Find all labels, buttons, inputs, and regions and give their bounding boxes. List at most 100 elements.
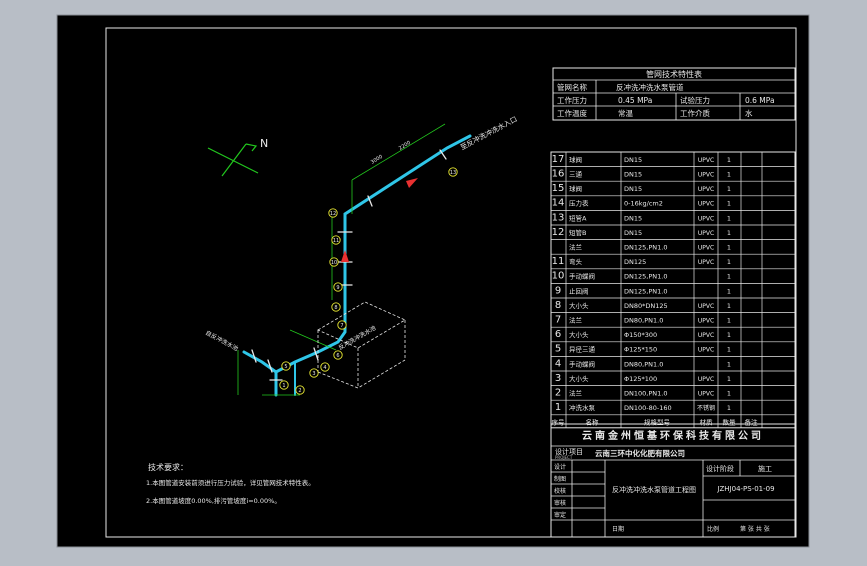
bom-number: 6 (555, 329, 561, 340)
bom-spec: Φ150*300 (624, 331, 657, 339)
spec-temp-value: 常温 (618, 109, 633, 118)
bom-number: 16 (552, 169, 565, 180)
spec-pipe-name-label: 管网名称 (557, 82, 587, 92)
bom-qty: 1 (727, 302, 731, 310)
bom-spec: DN100-80-160 (624, 404, 672, 412)
bom-spec: DN125 (624, 258, 646, 266)
bom-spec: DN80,PN1.0 (624, 360, 663, 368)
bom-number: 8 (555, 300, 561, 311)
bom-number: 2 (555, 388, 561, 399)
bom-name: 法兰 (569, 316, 583, 325)
bom-header-cell: 序号 (552, 417, 566, 426)
bom-name: 大小头 (569, 374, 589, 383)
bom-spec: DN80,PN1.0 (624, 317, 663, 325)
cad-drawing: N 3000 2200 至反冲洗冲洗水入口 自反冲洗水池 反冲洗冲洗水池 123… (56, 14, 810, 548)
notes-line-2: 2.本图管道坡度0.00%,排污管坡度i=0.00%。 (146, 496, 281, 505)
spec-test-label: 试验压力 (680, 95, 710, 105)
bom-qty: 1 (727, 404, 731, 412)
bom-material: UPVC (698, 172, 714, 179)
bom-header-cell: 数量 (723, 417, 737, 426)
bom-name: 止回阀 (569, 286, 589, 295)
balloon-number: 12 (330, 211, 336, 217)
stage-label: 设计阶段 (706, 464, 734, 473)
bom-qty: 1 (727, 258, 731, 266)
balloon-number: 10 (331, 260, 337, 266)
bom-number: 10 (552, 271, 565, 282)
balloon-number: 13 (450, 170, 456, 176)
bom-qty: 1 (727, 331, 731, 339)
bom-header-cell: 材质 (700, 417, 714, 426)
bom-spec: DN15 (624, 185, 642, 193)
bom-name: 弯头 (569, 257, 583, 266)
company-name: 云南金州恒基环保科技有限公司 (582, 429, 764, 442)
balloon-number: 1 (282, 383, 285, 389)
bom-name: 冲洗水泵 (569, 403, 596, 412)
bom-name: 手动蝶阀 (569, 272, 595, 281)
bom-material: UPVC (698, 332, 714, 339)
bom-material: 不锈钢 (697, 404, 715, 412)
bom-material: UPVC (698, 245, 714, 252)
bom-material: UPVC (698, 303, 714, 310)
bom-number: 3 (555, 373, 561, 384)
bom-qty: 1 (727, 346, 731, 354)
bom-name: 法兰 (569, 389, 583, 398)
balloon-number: 2 (298, 388, 301, 394)
bom-spec: DN15 (624, 156, 642, 164)
bom-spec: Φ125*100 (624, 375, 657, 383)
row-label-draw: 制图 (554, 475, 566, 483)
balloon-number: 7 (340, 323, 343, 329)
bom-spec: DN15 (624, 214, 642, 222)
bom-material: UPVC (698, 347, 714, 354)
balloon-number: 4 (323, 365, 326, 371)
stage-value: 施工 (758, 464, 772, 473)
bom-material: UPVC (698, 318, 714, 325)
bom-qty: 1 (727, 156, 731, 164)
bom-name: 大小头 (569, 301, 589, 310)
bom-name: 压力表 (569, 199, 589, 208)
bom-spec: DN15 (624, 171, 642, 179)
bom-material: UPVC (698, 201, 714, 208)
notes-title: 技术要求： (148, 462, 188, 472)
bom-qty: 1 (727, 390, 731, 398)
bom-qty: 1 (727, 360, 731, 368)
cad-viewport: N 3000 2200 至反冲洗冲洗水入口 自反冲洗水池 反冲洗冲洗水池 1 2… (0, 0, 867, 562)
bom-qty: 1 (727, 273, 731, 281)
bom-qty: 1 (727, 185, 731, 193)
bom-spec: DN80*DN125 (624, 302, 668, 310)
balloon-number: 8 (334, 305, 337, 311)
spec-medium-value: 水 (745, 108, 753, 118)
north-label: N (260, 137, 268, 150)
bom-number: 5 (555, 344, 561, 355)
bom-name: 短管A (569, 213, 587, 222)
bom-number: 11 (552, 256, 565, 267)
bom-name: 短管B (569, 228, 586, 237)
spec-pipe-name-value: 反冲洗冲洗水泵管道 (616, 82, 684, 92)
drawing-number: JZHJ04-PS-01-09 (716, 485, 774, 493)
bom-qty: 1 (727, 200, 731, 208)
bom-number: 13 (552, 212, 565, 223)
bom-number: 12 (552, 227, 565, 238)
balloon-number: 5 (284, 364, 287, 370)
bom-material: UPVC (698, 157, 714, 164)
bom-name: 球阀 (569, 184, 582, 193)
bom-number: 9 (555, 285, 561, 296)
scale-label: 比例 (707, 525, 719, 533)
bom-material: UPVC (698, 259, 714, 266)
project-sub: PROJECT (555, 455, 573, 460)
bom-qty: 1 (727, 375, 731, 383)
bom-spec: DN15 (624, 229, 642, 237)
bom-qty: 1 (727, 229, 731, 237)
balloon-number: 11 (333, 238, 339, 244)
bom-material: UPVC (698, 376, 714, 383)
row-label-check: 校核 (554, 487, 566, 495)
bom-material: UPVC (698, 186, 714, 193)
row-label-approve: 审定 (554, 511, 566, 519)
bom-number: 7 (555, 315, 561, 326)
bom-name: 三通 (569, 170, 583, 179)
sheet-label: 第 张 共 张 (740, 525, 770, 533)
bom-qty: 1 (727, 171, 731, 179)
bom-spec: 0-16kg/cm2 (624, 200, 663, 208)
bom-name: 法兰 (569, 243, 583, 252)
spec-pressure-value: 0.45 MPa (618, 96, 652, 105)
date-label: 日期 (612, 525, 624, 533)
